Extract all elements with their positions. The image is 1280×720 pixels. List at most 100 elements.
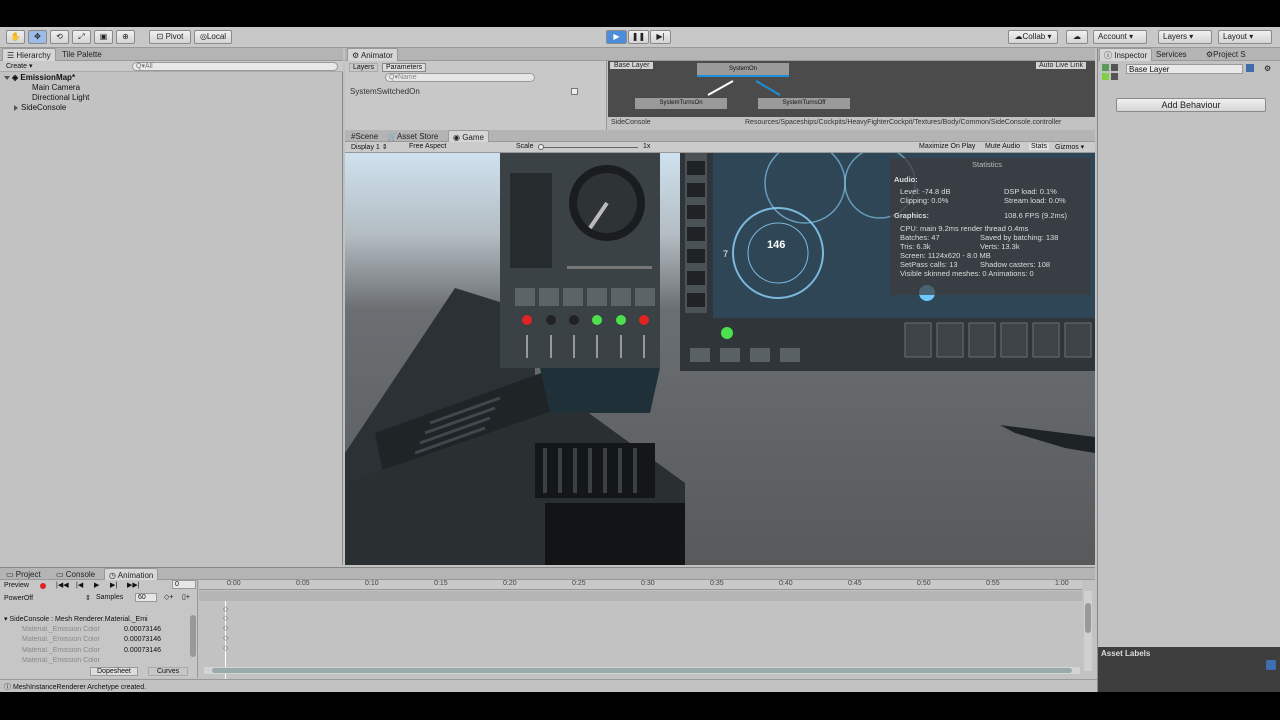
auto-live-link-button[interactable]: Auto Live Link [1036,62,1086,69]
game-toolbar: Display 1 ⇕ Free Aspect Scale 1x Maximiz… [345,142,1095,153]
keyframe-icon[interactable]: ◇ [223,614,228,622]
next-key-button[interactable]: ▶| [110,581,117,589]
animator-graph[interactable]: Base Layer Auto Live Link SystemOn Syste… [608,61,1095,117]
property-row-4-name[interactable]: Material._Emission Color [22,657,120,664]
label-tag-icon[interactable] [1266,660,1276,670]
timeline-vertical-scrollbar[interactable] [1084,591,1092,671]
status-message[interactable]: ⓘ MeshInstanceRenderer Archetype created… [4,682,146,692]
settings-gear-icon[interactable]: ⚙ [1264,64,1271,73]
stats-verts: Verts: 13.3k [980,242,1020,251]
tab-services[interactable]: Services [1152,48,1191,61]
animated-property[interactable]: ▾ SideConsole : Mesh Renderer.Material._… [4,615,190,623]
parameter-checkbox[interactable] [571,88,578,95]
pause-button[interactable]: ❚❚ [628,30,649,44]
timeline-horizontal-scrollbar[interactable] [204,667,1080,674]
property-row-1-name[interactable]: Material._Emission Color [22,626,120,633]
statistics-overlay: Statistics Audio: Level: -74.8 dB Clippi… [890,158,1090,295]
layers-dropdown[interactable]: Layers ▾ [1158,30,1212,44]
step-button[interactable]: ▶| [650,30,671,44]
tab-layers[interactable]: Layers [349,63,378,72]
stats-clipping: Clipping: 0.0% [900,196,948,205]
scale-tool-icon[interactable]: ⤢ [72,30,91,44]
state-systemturnson[interactable]: SystemTurnsOn [635,98,727,109]
stats-graphics-heading: Graphics: [894,211,929,220]
parameter-search-input[interactable]: Q▾Name [385,73,535,82]
create-dropdown[interactable]: Create ▾ [6,62,32,70]
frame-field[interactable]: 0 [172,580,196,589]
hierarchy-item-directional-light[interactable]: Directional Light [32,93,89,102]
stats-audio-heading: Audio: [894,175,918,184]
record-button[interactable] [40,583,46,589]
tab-animator[interactable]: ⚙ Animator [347,48,398,61]
hierarchy-item-main-camera[interactable]: Main Camera [32,83,80,92]
display-dropdown[interactable]: Display 1 ⇕ [351,143,388,151]
animator-panel: ⚙ Animator Layers Parameters Q▾Name Syst… [345,48,1095,130]
timeline-ruler[interactable]: 0:00 0:05 0:10 0:15 0:20 0:25 0:30 0:35 … [199,580,1082,590]
state-systemturnsoff[interactable]: SystemTurnsOff [758,98,850,109]
state-systemon[interactable]: SystemOn [697,63,789,77]
last-key-button[interactable]: ▶▶| [127,581,140,589]
move-tool-icon[interactable]: ✥ [28,30,47,44]
curves-tab[interactable]: Curves [148,667,188,676]
play-anim-button[interactable]: ▶ [94,581,99,589]
transition-arrows [688,77,818,99]
scale-value: 1x [643,143,650,150]
stats-fps: 108.6 FPS (9.2ms) [1004,211,1067,220]
local-button[interactable]: ◎Local [194,30,232,44]
property-row-2-value[interactable]: 0.00073146 [124,636,161,643]
dopesheet-tab[interactable]: Dopesheet [90,667,138,676]
maximize-on-play-button[interactable]: Maximize On Play [919,143,975,150]
layout-dropdown[interactable]: Layout ▾ [1218,30,1272,44]
hand-tool-icon[interactable]: ✋ [6,30,25,44]
collab-button[interactable]: ☁Collab ▾ [1008,30,1058,44]
transform-tool-icon[interactable]: ⊕ [116,30,135,44]
animation-panel: ▭ Project ▭ Console ◷ Animation Preview … [0,567,1095,677]
preview-button[interactable]: Preview [4,582,29,589]
property-row-1-value[interactable]: 0.00073146 [124,626,161,633]
property-row-2-name[interactable]: Material._Emission Color [22,636,120,643]
rotate-tool-icon[interactable]: ⟲ [50,30,69,44]
samples-field[interactable]: 60 [135,593,157,602]
add-behaviour-button[interactable]: Add Behaviour [1116,98,1266,112]
clip-dropdown[interactable]: PowerOff ⇕ [4,594,91,602]
scale-slider[interactable] [538,147,638,148]
prev-key-button[interactable]: |◀ [76,581,83,589]
keyframe-icon[interactable]: ◇ [223,644,228,652]
pivot-button[interactable]: ⊡ Pivot [149,30,191,44]
tab-inspector[interactable]: ⓘ Inspector [1099,48,1152,61]
hierarchy-item-sideconsole[interactable]: SideConsole [14,103,66,112]
layer-breadcrumb[interactable]: Base Layer [610,62,653,69]
add-keyframe-icon[interactable]: ◇+ [164,593,173,601]
stats-button[interactable]: Stats [1029,143,1049,150]
keyframe-icon[interactable]: ◇ [223,634,228,642]
property-row-3-name[interactable]: Material._Emission Color [22,647,120,654]
parameter-name[interactable]: SystemSwitchedOn [350,87,420,96]
property-row-3-value[interactable]: 0.00073146 [124,647,161,654]
play-button[interactable]: ▶ [606,30,627,44]
add-event-icon[interactable]: ▯+ [182,593,190,601]
tab-parameters[interactable]: Parameters [382,63,426,72]
stats-dsp: DSP load: 0.1% [1004,187,1057,196]
animator-asset-icon [1102,64,1118,80]
game-panel: #Scene 🛒Asset Store ◉ Game Display 1 ⇕ F… [345,130,1095,565]
keyframe-icon[interactable]: ◇ [223,624,228,632]
event-track[interactable] [199,591,1082,601]
layer-name-field[interactable]: Base Layer [1126,64,1243,74]
cloud-icon[interactable]: ☁ [1066,30,1088,44]
property-scrollbar[interactable] [190,615,196,657]
mute-audio-button[interactable]: Mute Audio [985,143,1020,150]
first-key-button[interactable]: |◀◀ [56,581,69,589]
tab-hierarchy[interactable]: ☰ Hierarchy [2,48,56,61]
tab-tile-palette[interactable]: Tile Palette [58,48,106,61]
hierarchy-search-input[interactable]: Q▾All [132,62,338,71]
aspect-dropdown[interactable]: Free Aspect [409,143,446,150]
gizmos-dropdown[interactable]: Gizmos ▾ [1055,143,1084,151]
keyframe-icon[interactable]: ◇ [223,605,228,613]
help-icon[interactable] [1246,64,1254,72]
scale-slider-thumb[interactable] [538,144,544,150]
account-dropdown[interactable]: Account ▾ [1093,30,1147,44]
tab-project-settings[interactable]: ⚙Project S [1202,48,1250,61]
rect-tool-icon[interactable]: ▣ [94,30,113,44]
scene-root[interactable]: ◈ EmissionMap* [4,73,75,82]
game-viewport[interactable]: 146 7 Statistics Audio: Level: -74.8 dB … [345,153,1095,565]
